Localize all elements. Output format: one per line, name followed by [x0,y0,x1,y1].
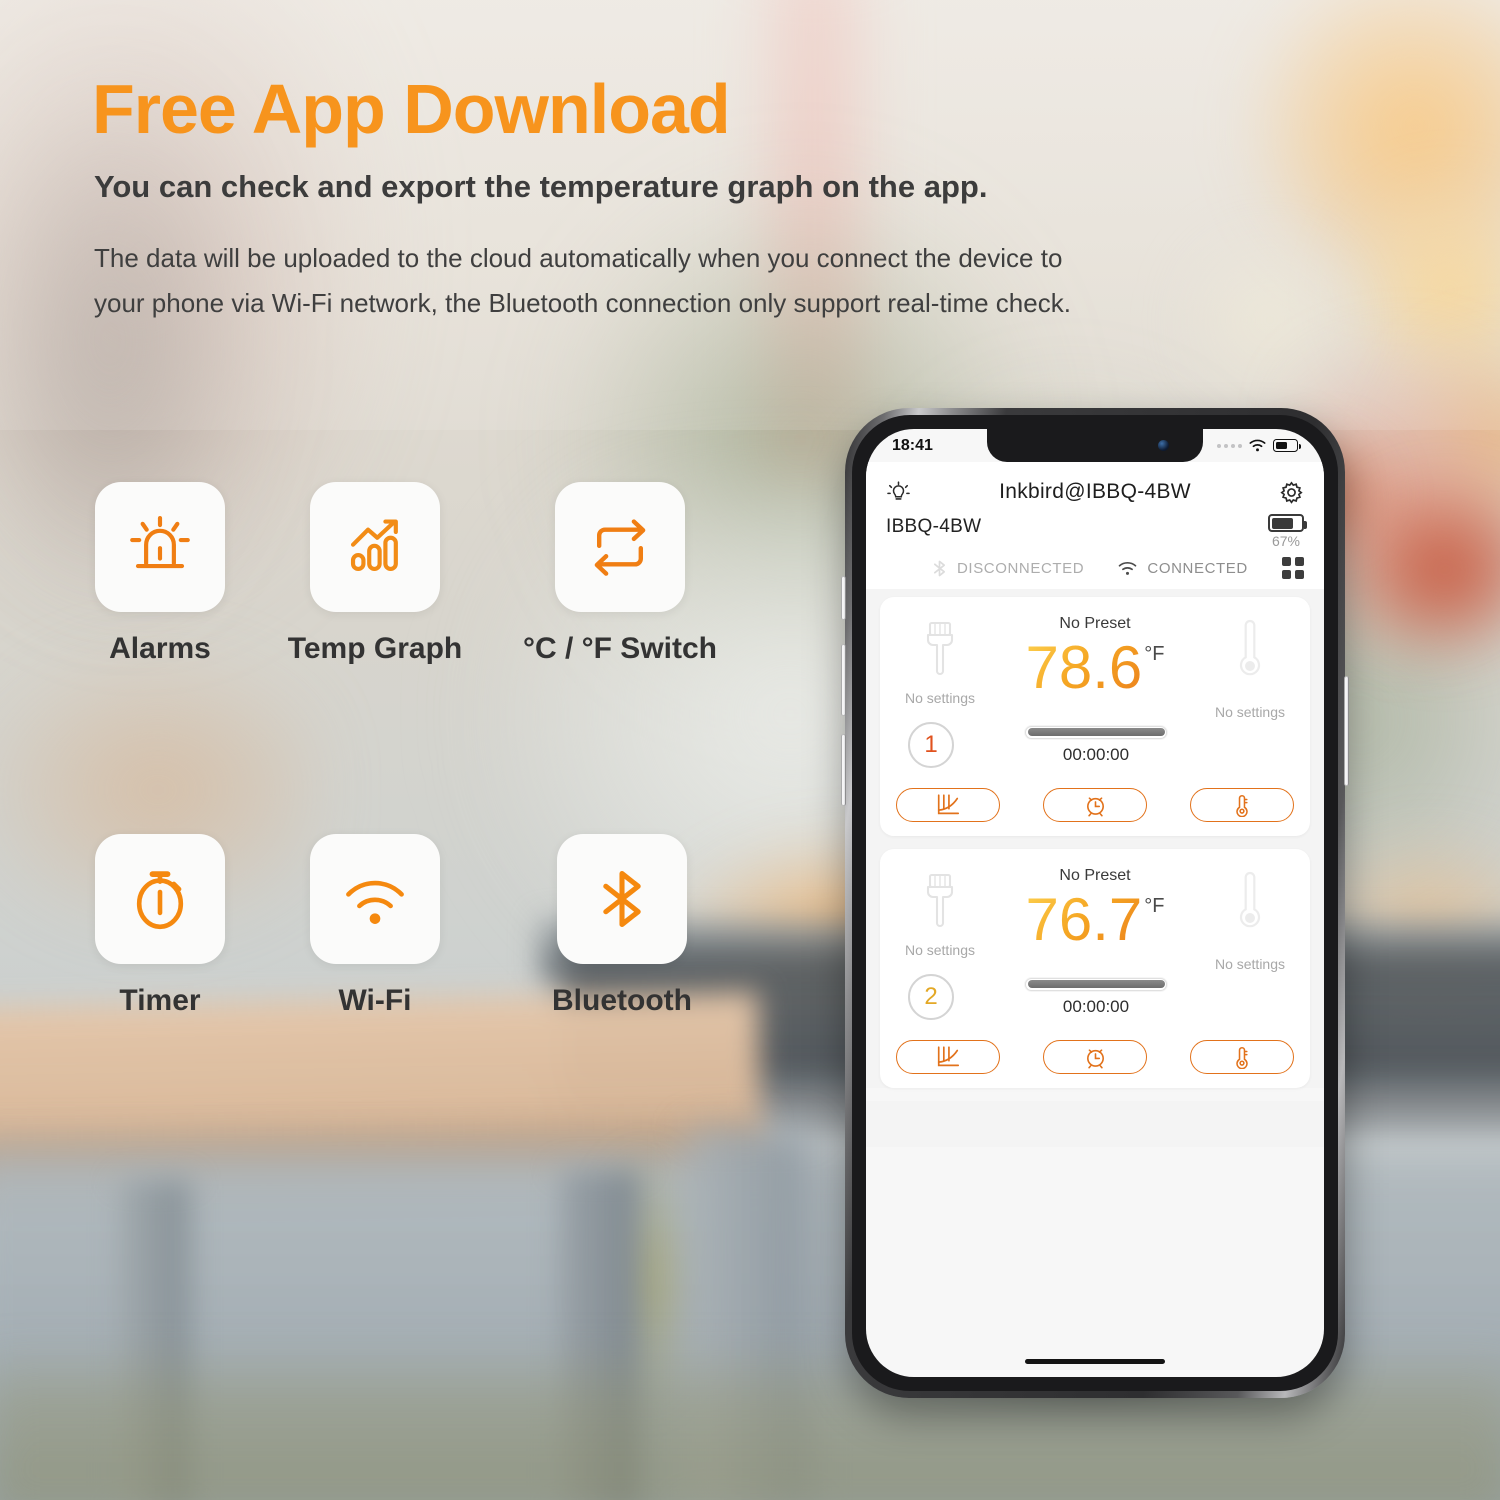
temperature-unit: °F [1144,643,1165,665]
probe-card-list: No settings No Preset 78.6 °F No setting… [866,589,1324,1088]
feature-tile-bluetooth [557,834,687,964]
device-battery-icon [1268,514,1307,532]
phone-screen: 18:41 Inkbird@IBBQ-4BW IBBQ-4BW 67% DISC… [866,429,1324,1377]
phone-mockup: 18:41 Inkbird@IBBQ-4BW IBBQ-4BW 67% DISC… [841,408,1349,1403]
ios-status-bar: 18:41 [866,429,1324,462]
lightbulb-icon[interactable] [886,480,911,505]
feature-alarms: Alarms [50,482,270,666]
feature-wifi: Wi-Fi [265,834,485,1018]
probe-graph-button[interactable] [896,788,1000,822]
thermometer-icon [1236,1046,1248,1069]
bar-chart-trend-icon [350,519,398,572]
probe-temperature-button[interactable] [1190,1040,1294,1074]
phone-power-button[interactable] [1344,676,1349,786]
stopwatch-icon [136,871,184,930]
feature-tile-alarms [95,482,225,612]
alarm-clock-icon [1086,1048,1104,1068]
phone-volume-up-button[interactable] [841,644,846,716]
bluetooth-icon [603,871,641,927]
timer-value: 00:00:00 [1062,996,1130,1016]
gear-icon[interactable] [1279,480,1304,505]
preset-label: No Preset [1059,615,1131,632]
bluetooth-status-text: DISCONNECTED [957,559,1085,577]
app-header: Inkbird@IBBQ-4BW IBBQ-4BW 67% DISCONNECT… [866,462,1324,589]
thermometer-setting-label: No settings [1214,956,1286,972]
page-subtitle: You can check and export the temperature… [94,169,988,204]
brush-setting-label: No settings [904,942,976,958]
probe-temperature-button[interactable] [1190,788,1294,822]
thermometer-setting-label: No settings [1214,704,1286,720]
feature-timer: Timer [50,834,270,1018]
brush-setting-label: No settings [904,690,976,706]
feature-label-temp-graph: Temp Graph [287,632,463,665]
probe-number: 2 [908,974,954,1020]
wifi-icon [346,880,404,924]
basting-brush-icon [926,873,954,927]
device-name: IBBQ-4BW [886,516,982,537]
thermometer-icon [1239,871,1261,928]
signal-dots-icon [1217,443,1242,448]
feature-temp-graph: Temp Graph [265,482,485,666]
timer-progress-bar[interactable] [1025,977,1167,991]
bluetooth-status[interactable]: DISCONNECTED [932,559,1084,578]
screen-bottom-area [866,1101,1324,1147]
feature-label-timer: Timer [119,984,201,1017]
feature-label-bluetooth: Bluetooth [552,984,692,1017]
bluetooth-icon [933,560,946,576]
grid-view-icon[interactable] [1282,557,1304,579]
thermometer-icon [1236,794,1248,817]
probe-number: 1 [908,722,954,768]
app-title: Inkbird@IBBQ-4BW [999,480,1191,503]
probe-alarm-button[interactable] [1043,788,1147,822]
feature-cf-switch: °C / °F Switch [510,482,730,666]
feature-tile-wifi [310,834,440,964]
wifi-status[interactable]: CONNECTED [1118,560,1247,577]
feature-label-wifi: Wi-Fi [338,984,412,1017]
page-title: Free App Download [92,70,731,148]
device-battery-percent: 67% [1271,533,1301,549]
timer-progress-bar[interactable] [1025,725,1167,739]
home-indicator[interactable] [1025,1359,1165,1364]
wifi-icon [1249,439,1266,452]
status-bar-battery-icon [1273,439,1301,452]
alarm-siren-icon [130,516,190,569]
probe-graph-button[interactable] [896,1040,1000,1074]
preset-label: No Preset [1059,867,1131,884]
feature-label-alarms: Alarms [109,632,211,665]
feature-tile-temp-graph [310,482,440,612]
alarm-clock-icon [1086,796,1104,816]
phone-mute-switch[interactable] [841,576,846,620]
feature-bluetooth: Bluetooth [512,834,732,1018]
basting-brush-icon [926,621,954,675]
device-battery: 67% [1268,514,1307,549]
feature-label-cf-switch: °C / °F Switch [522,632,717,665]
phone-frame: 18:41 Inkbird@IBBQ-4BW IBBQ-4BW 67% DISC… [841,408,1349,1398]
temperature-value: 76.7 [1025,886,1143,953]
probe-alarm-button[interactable] [1043,1040,1147,1074]
phone-bezel: 18:41 Inkbird@IBBQ-4BW IBBQ-4BW 67% DISC… [852,415,1338,1391]
wifi-icon [1119,561,1137,575]
temperature-unit: °F [1144,895,1165,917]
timer-value: 00:00:00 [1062,744,1130,764]
phone-volume-down-button[interactable] [841,734,846,806]
line-chart-icon [937,1046,960,1067]
wifi-status-text: CONNECTED [1147,559,1248,577]
thermometer-icon [1239,619,1261,676]
probe-card[interactable]: No settings No Preset 78.6 °F No setting… [880,597,1310,836]
status-bar-time: 18:41 [892,436,933,454]
repeat-switch-icon [594,519,646,576]
temperature-value: 78.6 [1025,634,1143,701]
page-body-text: The data will be uploaded to the cloud a… [94,243,1071,318]
line-chart-icon [937,794,960,815]
feature-tile-cf-switch [555,482,685,612]
feature-tile-timer [95,834,225,964]
probe-card[interactable]: No settings No Preset 76.7 °F No setting… [880,849,1310,1088]
